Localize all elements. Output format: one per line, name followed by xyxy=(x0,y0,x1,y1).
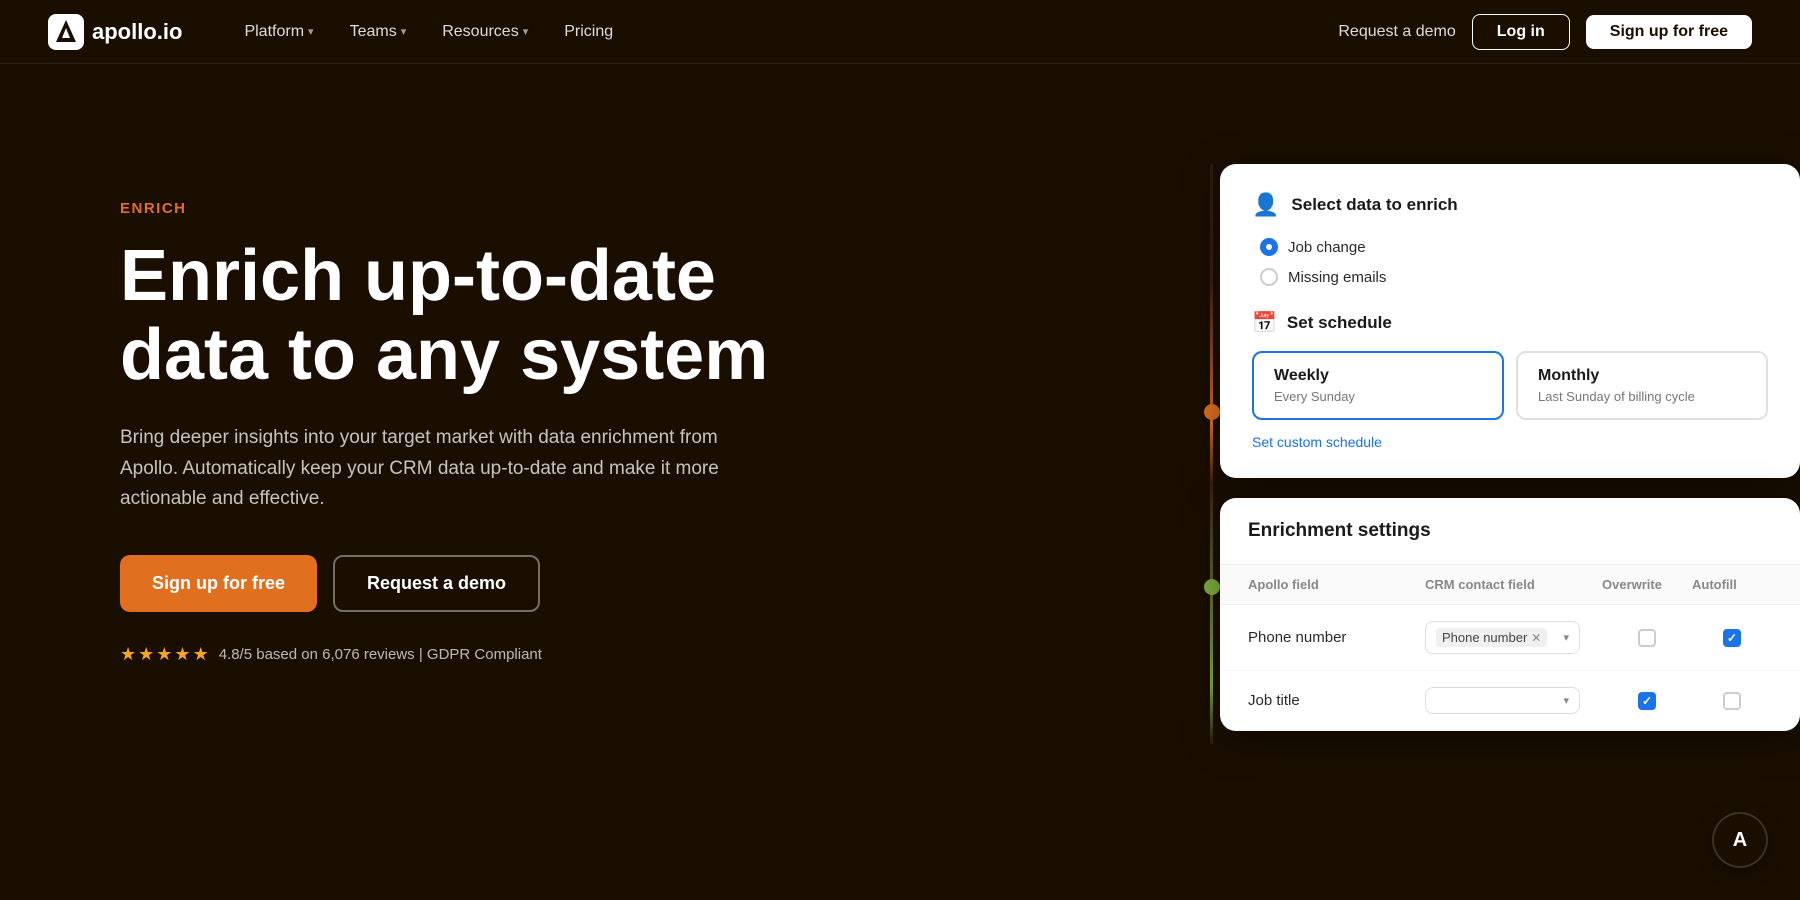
nav-actions: Request a demo Log in Sign up for free xyxy=(1338,14,1752,50)
fab-icon: A xyxy=(1733,829,1747,852)
hero-content: ENRICH Enrich up-to-datedata to any syst… xyxy=(120,120,768,665)
hero-section: ENRICH Enrich up-to-datedata to any syst… xyxy=(0,0,1800,900)
login-button[interactable]: Log in xyxy=(1472,14,1570,50)
chevron-down-icon: ▾ xyxy=(308,25,314,38)
nav-resources[interactable]: Resources ▾ xyxy=(428,15,542,49)
enrichment-row-job: Job title ▾ xyxy=(1220,671,1800,731)
logo[interactable]: apollo.io xyxy=(48,14,182,50)
chat-fab[interactable]: A xyxy=(1712,812,1768,868)
schedule-weekly[interactable]: Weekly Every Sunday xyxy=(1252,351,1504,420)
select-data-card: 👤 Select data to enrich Job change Missi… xyxy=(1220,164,1800,478)
calendar-icon: 📅 xyxy=(1252,310,1277,335)
demo-hero-button[interactable]: Request a demo xyxy=(333,555,540,612)
schedule-monthly-sub: Last Sunday of billing cycle xyxy=(1538,389,1746,404)
nav-pricing[interactable]: Pricing xyxy=(550,15,627,49)
crm-phone-tag: Phone number ✕ xyxy=(1436,628,1547,647)
schedule-options: Weekly Every Sunday Monthly Last Sunday … xyxy=(1252,351,1768,420)
card-header: 👤 Select data to enrich xyxy=(1252,192,1768,218)
remove-tag-icon[interactable]: ✕ xyxy=(1531,631,1541,645)
field-job-title: Job title xyxy=(1248,692,1425,709)
signup-nav-button[interactable]: Sign up for free xyxy=(1586,15,1752,49)
radio-job-change[interactable] xyxy=(1260,238,1278,256)
nav-platform[interactable]: Platform ▾ xyxy=(230,15,327,49)
star-icon: ★ xyxy=(120,644,136,665)
option-missing-emails-label: Missing emails xyxy=(1288,269,1386,286)
star-rating: ★ ★ ★ ★ ★ xyxy=(120,644,209,665)
chevron-down-icon: ▾ xyxy=(1563,694,1569,707)
data-options: Job change Missing emails xyxy=(1252,238,1768,286)
col-overwrite: Overwrite xyxy=(1602,577,1692,592)
chevron-down-icon: ▾ xyxy=(401,25,407,38)
navigation: apollo.io Platform ▾ Teams ▾ Resources ▾… xyxy=(0,0,1800,64)
option-job-change[interactable]: Job change xyxy=(1260,238,1768,256)
connector-dot-orange xyxy=(1204,404,1220,420)
connector-line xyxy=(1210,164,1213,744)
overwrite-job-checkbox[interactable] xyxy=(1638,692,1656,710)
schedule-title: Set schedule xyxy=(1287,313,1392,333)
enrichment-card-header: Enrichment settings xyxy=(1220,498,1800,565)
hero-tag: ENRICH xyxy=(120,200,768,217)
nav-teams[interactable]: Teams ▾ xyxy=(336,15,421,49)
autofill-phone-checkbox[interactable] xyxy=(1723,629,1741,647)
connector-dot-green xyxy=(1204,579,1220,595)
star-icon: ★ xyxy=(138,644,154,665)
overwrite-phone-checkbox[interactable] xyxy=(1638,629,1656,647)
schedule-weekly-title: Weekly xyxy=(1274,367,1482,385)
col-crm-field: CRM contact field xyxy=(1425,577,1602,592)
custom-schedule-link[interactable]: Set custom schedule xyxy=(1252,434,1768,450)
star-icon: ★ xyxy=(156,644,172,665)
col-apollo-field: Apollo field xyxy=(1248,577,1425,592)
chevron-down-icon: ▾ xyxy=(1563,631,1569,644)
autofill-job-checkbox[interactable] xyxy=(1723,692,1741,710)
signup-hero-button[interactable]: Sign up for free xyxy=(120,555,317,612)
hero-description: Bring deeper insights into your target m… xyxy=(120,423,740,514)
star-icon: ★ xyxy=(193,644,209,665)
radio-missing-emails[interactable] xyxy=(1260,268,1278,286)
enrichment-table-header: Apollo field CRM contact field Overwrite… xyxy=(1220,565,1800,605)
schedule-monthly[interactable]: Monthly Last Sunday of billing cycle xyxy=(1516,351,1768,420)
crm-job-dropdown[interactable]: ▾ xyxy=(1425,687,1580,714)
schedule-header: 📅 Set schedule xyxy=(1252,310,1768,335)
col-autofill: Autofill xyxy=(1692,577,1772,592)
nav-links: Platform ▾ Teams ▾ Resources ▾ Pricing xyxy=(230,15,1338,49)
hero-rating: ★ ★ ★ ★ ★ 4.8/5 based on 6,076 reviews |… xyxy=(120,644,768,665)
panel-area: 👤 Select data to enrich Job change Missi… xyxy=(1160,64,1800,900)
schedule-weekly-sub: Every Sunday xyxy=(1274,389,1482,404)
enrichment-card-title: Enrichment settings xyxy=(1248,520,1431,541)
schedule-monthly-title: Monthly xyxy=(1538,367,1746,385)
crm-phone-dropdown[interactable]: Phone number ✕ ▾ xyxy=(1425,621,1580,654)
select-card-title: Select data to enrich xyxy=(1291,195,1457,215)
request-demo-link[interactable]: Request a demo xyxy=(1338,23,1455,41)
enrichment-row-phone: Phone number Phone number ✕ ▾ xyxy=(1220,605,1800,671)
chevron-down-icon: ▾ xyxy=(523,25,529,38)
rating-text: 4.8/5 based on 6,076 reviews | GDPR Comp… xyxy=(219,646,542,663)
person-icon: 👤 xyxy=(1252,192,1279,218)
option-missing-emails[interactable]: Missing emails xyxy=(1260,268,1768,286)
star-icon: ★ xyxy=(174,644,190,665)
enrichment-settings-card: Enrichment settings Apollo field CRM con… xyxy=(1220,498,1800,731)
hero-buttons: Sign up for free Request a demo xyxy=(120,555,768,612)
logo-text: apollo.io xyxy=(92,19,182,45)
option-job-change-label: Job change xyxy=(1288,239,1366,256)
hero-title: Enrich up-to-datedata to any system xyxy=(120,237,768,395)
field-phone-number: Phone number xyxy=(1248,629,1425,646)
